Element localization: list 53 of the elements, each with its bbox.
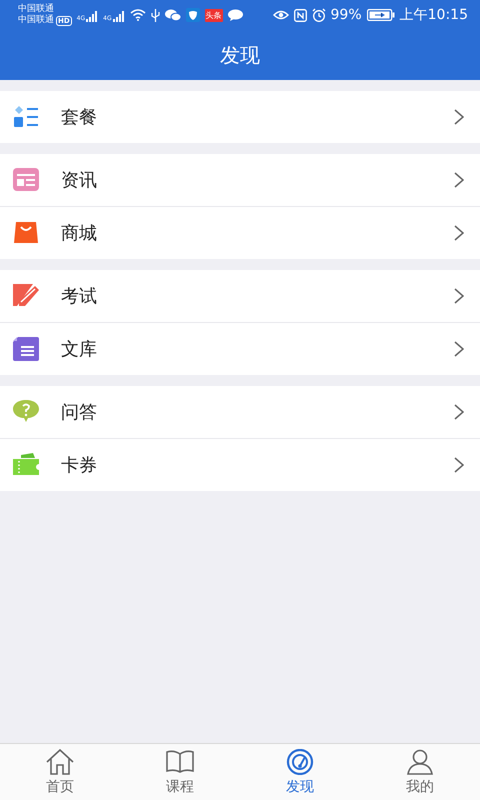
- nav-tab[interactable]: 首页: [0, 744, 120, 800]
- signal-icon: [112, 11, 125, 22]
- list-icon: [13, 105, 39, 129]
- clock-time: 上午10:15: [400, 6, 468, 24]
- menu-item[interactable]: 资讯: [0, 154, 480, 206]
- menu-label: 套餐: [61, 106, 98, 129]
- chat-bubbles-icon: [164, 9, 181, 21]
- chevron-icon: [454, 172, 464, 188]
- menu-item[interactable]: 问答: [0, 386, 480, 438]
- menu-label: 文库: [61, 338, 98, 361]
- menu-label: 卡券: [61, 454, 98, 477]
- battery-charging-icon: [366, 9, 395, 21]
- menu-label: 问答: [61, 401, 98, 424]
- nav-tab[interactable]: 发现: [240, 744, 360, 800]
- menu-item[interactable]: 商城: [0, 206, 480, 259]
- chevron-icon: [454, 457, 464, 473]
- alarm-clock-icon: [312, 8, 326, 22]
- menu-item[interactable]: 文库: [0, 322, 480, 375]
- shopping-bag-icon: [13, 221, 39, 245]
- carrier-label: 中国联通: [18, 15, 54, 26]
- menu-item[interactable]: 卡券: [0, 438, 480, 491]
- shield-app-icon: [186, 8, 200, 22]
- radar-icon: [285, 748, 315, 774]
- chevron-icon: [454, 341, 464, 357]
- wifi-icon: [130, 9, 146, 21]
- carrier-label: 中国联通: [18, 4, 55, 14]
- document-icon: [13, 337, 39, 361]
- signal-icon: [86, 11, 98, 22]
- battery-percentage: 99%: [330, 7, 362, 23]
- chevron-icon: [454, 109, 464, 125]
- person-icon: [405, 748, 435, 774]
- usb-icon: [150, 8, 160, 22]
- nfc-icon: [294, 8, 307, 22]
- chevron-icon: [454, 288, 464, 304]
- news-app-icon: 头条: [204, 8, 223, 22]
- chevron-icon: [454, 404, 464, 420]
- nav-tab[interactable]: 我的: [360, 744, 480, 800]
- menu-label: 考试: [61, 285, 98, 308]
- question-bubble-icon: [13, 400, 39, 424]
- ticket-icon: [13, 453, 39, 477]
- menu-label: 商城: [61, 222, 98, 245]
- chevron-icon: [454, 225, 464, 241]
- menu-label: 资讯: [61, 169, 98, 192]
- pencil-paper-icon: [13, 284, 39, 308]
- menu-item[interactable]: 考试: [0, 270, 480, 322]
- page-title: 发现: [220, 42, 260, 68]
- book-icon: [165, 748, 195, 774]
- menu-item[interactable]: 套餐: [0, 91, 480, 143]
- home-icon: [45, 748, 75, 774]
- nav-tab[interactable]: 课程: [120, 744, 240, 800]
- news-icon: [13, 168, 39, 192]
- eye-icon: [272, 9, 289, 21]
- chat-bubble-icon: [228, 9, 243, 21]
